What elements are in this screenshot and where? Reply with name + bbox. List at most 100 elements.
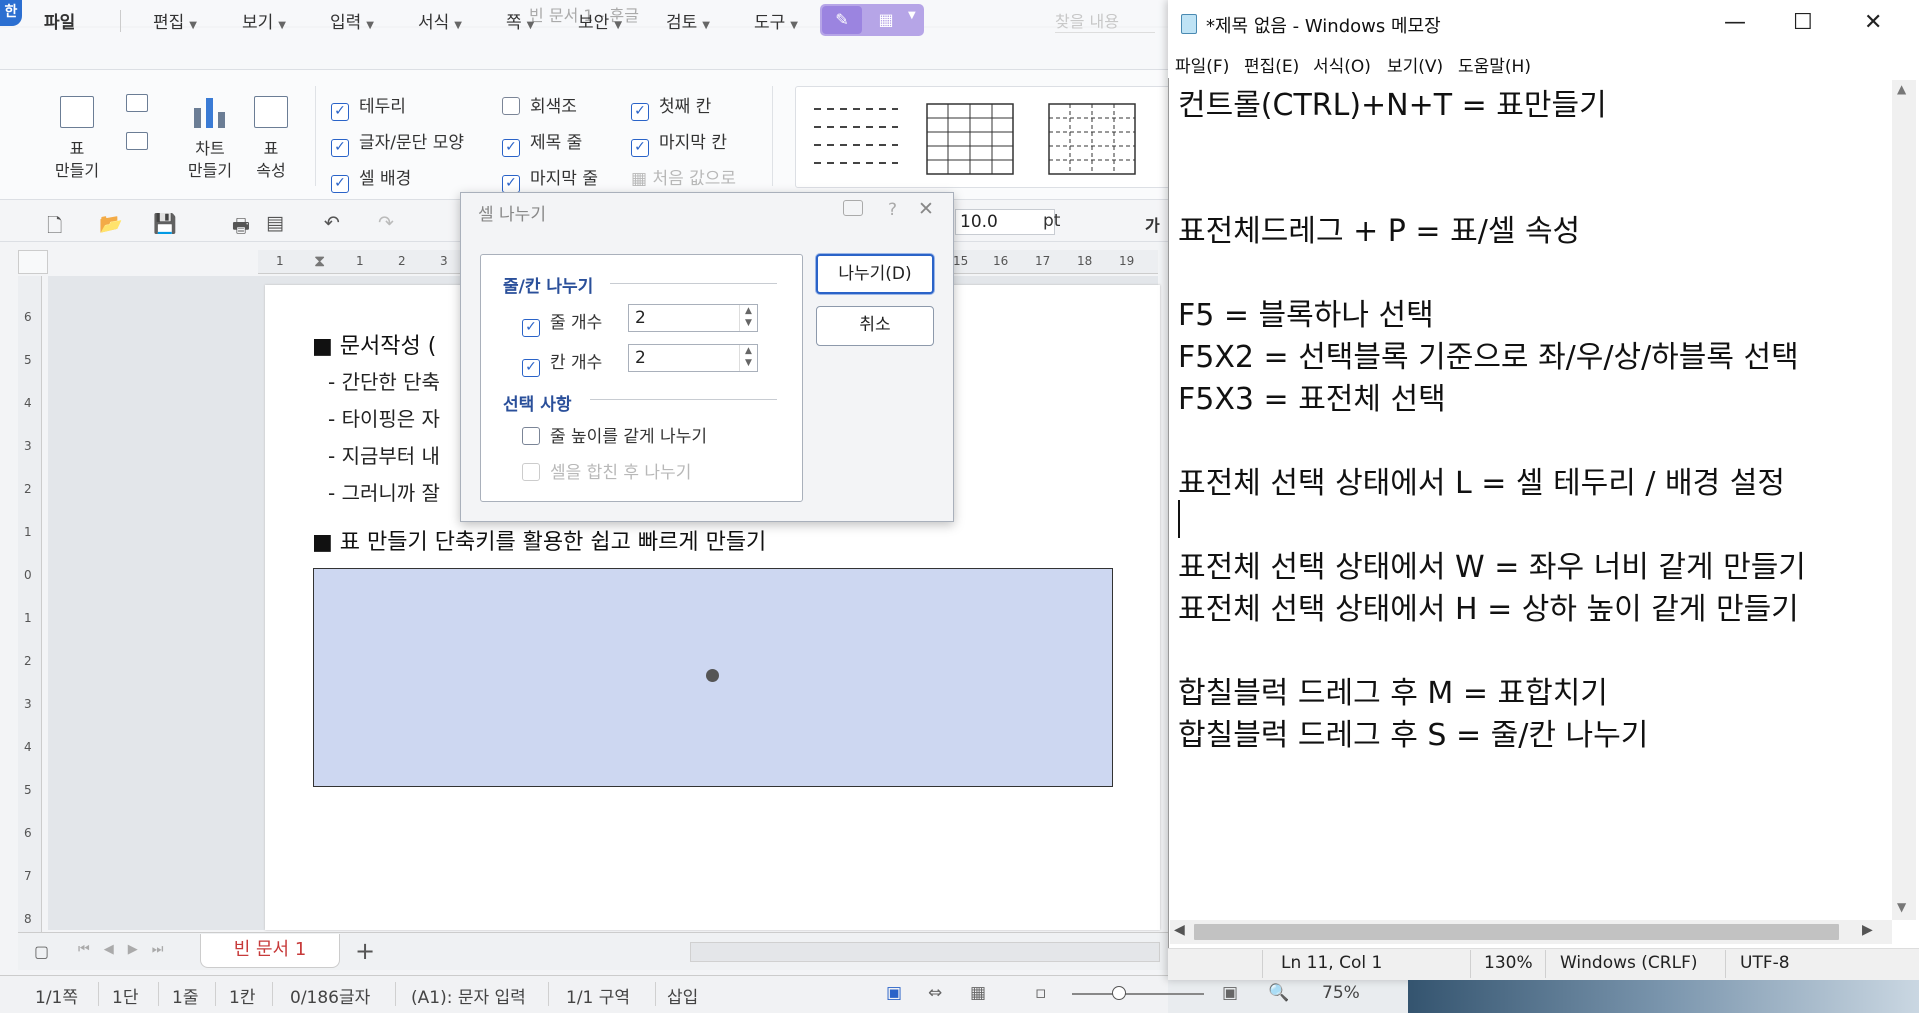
first-col-checkbox[interactable]: ✓ 첫째 칸 bbox=[631, 92, 711, 121]
notepad-menu-format[interactable]: 서식(O) bbox=[1313, 52, 1371, 77]
minimize-icon[interactable]: — bbox=[1724, 10, 1746, 35]
cols-stepper[interactable]: 2 ▲ ▼ bbox=[628, 344, 758, 372]
table-grid-icon[interactable] bbox=[60, 96, 94, 128]
find-input[interactable]: 찾을 내용 bbox=[1055, 8, 1155, 33]
menu-insert[interactable]: 입력 ▼ bbox=[330, 8, 374, 33]
document-tab[interactable]: 빈 문서 1 bbox=[200, 934, 340, 968]
reset-style-button[interactable]: ▦ 처음 값으로 bbox=[631, 164, 736, 189]
ruler-corner[interactable] bbox=[18, 250, 48, 274]
chevron-down-icon: ▼ bbox=[454, 20, 462, 31]
scroll-left-icon[interactable]: ◀ bbox=[1174, 922, 1185, 938]
menu-edit[interactable]: 편집 ▼ bbox=[153, 8, 197, 33]
zoom-slider[interactable] bbox=[1072, 993, 1204, 995]
table-make-button[interactable]: 표 만들기 bbox=[40, 138, 114, 182]
merge-then-split-checkbox[interactable]: 셀을 합친 후 나누기 bbox=[522, 458, 691, 483]
new-document-icon[interactable]: 🗋 bbox=[47, 212, 62, 244]
open-folder-icon[interactable]: 📂 bbox=[99, 212, 123, 235]
note-line: 표전체 선택 상태에서 H = 상하 높이 같게 만들기 bbox=[1178, 592, 1799, 627]
group-divider bbox=[590, 399, 777, 400]
close-icon[interactable]: ✕ bbox=[1864, 10, 1882, 35]
fit-width-icon[interactable]: ⇔ bbox=[928, 983, 942, 1003]
table-erase-icon[interactable] bbox=[126, 132, 148, 150]
status-column[interactable]: 1단 bbox=[112, 983, 138, 1008]
notepad-menu-view[interactable]: 보기(V) bbox=[1387, 52, 1443, 77]
status-insert-mode[interactable]: 삽입 bbox=[667, 983, 698, 1008]
spin-arrows-icon[interactable]: ▲ ▼ bbox=[739, 305, 757, 331]
zoom-slider-handle[interactable] bbox=[1112, 986, 1126, 1000]
font-size-input[interactable]: 10.0 bbox=[955, 209, 1055, 235]
redo-icon[interactable]: ↷ bbox=[378, 212, 394, 234]
help-icon[interactable]: ? bbox=[888, 200, 897, 220]
notepad-menu-edit[interactable]: 편집(E) bbox=[1244, 52, 1299, 77]
normal-view-icon[interactable]: ▣ bbox=[886, 983, 902, 1003]
notepad-menu-help[interactable]: 도움말(H) bbox=[1458, 52, 1531, 77]
font-size-unit[interactable]: pt bbox=[1043, 211, 1060, 231]
menu-tools[interactable]: 도구 ▼ bbox=[754, 8, 798, 33]
scrollbar-thumb[interactable] bbox=[1194, 924, 1839, 940]
split-button[interactable]: 나누기(D) bbox=[816, 254, 934, 294]
scroll-right-icon[interactable]: ▶ bbox=[1862, 922, 1873, 938]
zoom-magnifier-icon[interactable]: 🔍 bbox=[1268, 983, 1289, 1003]
rows-stepper[interactable]: 2 ▲ ▼ bbox=[628, 304, 758, 332]
zoom-level[interactable]: 75% bbox=[1322, 983, 1360, 1003]
cell-bg-checkbox[interactable]: ✓ 셀 배경 bbox=[331, 164, 411, 193]
menu-security[interactable]: 보안 ▼ bbox=[578, 8, 622, 33]
maximize-icon[interactable]: ☐ bbox=[1793, 10, 1813, 35]
table-design-tab-icon[interactable]: ✎ bbox=[822, 6, 862, 34]
zoom-out-icon[interactable]: ▫ bbox=[1035, 983, 1047, 1003]
bar-chart-icon[interactable] bbox=[192, 96, 228, 128]
status-cell[interactable]: (A1): 문자 입력 bbox=[411, 983, 526, 1008]
vertical-scrollbar[interactable] bbox=[1892, 80, 1916, 920]
scroll-up-icon[interactable]: ▲ bbox=[1897, 82, 1906, 96]
menu-view[interactable]: 보기 ▼ bbox=[242, 8, 286, 33]
spin-arrows-icon[interactable]: ▲ ▼ bbox=[739, 345, 757, 371]
status-line[interactable]: 1줄 bbox=[172, 983, 198, 1008]
table-properties-button[interactable]: 표 속성 bbox=[246, 138, 296, 182]
menu-file[interactable]: 파일 bbox=[44, 8, 75, 33]
status-section[interactable]: 1/1 구역 bbox=[566, 983, 630, 1008]
table-style-dashed[interactable] bbox=[812, 103, 900, 175]
close-icon[interactable]: ✕ bbox=[918, 198, 934, 220]
menu-format[interactable]: 서식 ▼ bbox=[418, 8, 462, 33]
undo-icon[interactable]: ↶ bbox=[324, 212, 340, 234]
cols-checkbox[interactable]: ✓ 칸 개수 bbox=[522, 348, 602, 377]
full-page-icon[interactable]: ▦ bbox=[970, 983, 986, 1003]
border-checkbox[interactable]: ✓ 테두리 bbox=[331, 92, 406, 121]
vertical-ruler[interactable]: 6 5 4 3 2 1 0 1 2 3 4 5 6 7 8 bbox=[18, 276, 42, 936]
table-draw-icon[interactable] bbox=[126, 94, 148, 112]
page-nav-icons[interactable]: ⏮◀▶⏭ bbox=[78, 942, 177, 957]
rows-checkbox[interactable]: ✓ 줄 개수 bbox=[522, 308, 602, 337]
last-row-checkbox[interactable]: ✓ 마지막 줄 bbox=[502, 164, 598, 193]
indent-marker-icon[interactable]: ⧗ bbox=[314, 251, 325, 271]
menu-page[interactable]: 쪽 ▼ bbox=[506, 8, 534, 33]
last-col-checkbox[interactable]: ✓ 마지막 칸 bbox=[631, 128, 727, 157]
status-page[interactable]: 1/1쪽 bbox=[35, 983, 78, 1008]
equal-height-checkbox[interactable]: 줄 높이를 같게 나누기 bbox=[522, 422, 707, 447]
zoom-in-icon[interactable]: ▣ bbox=[1222, 983, 1238, 1003]
table-style-grid-dashed[interactable] bbox=[1048, 103, 1136, 175]
add-tab-icon[interactable]: + bbox=[345, 934, 385, 968]
grayscale-checkbox[interactable]: 회색조 bbox=[502, 92, 577, 117]
table-layout-tab-icon[interactable]: ▦ bbox=[866, 6, 906, 34]
preview-icon[interactable]: ▤ bbox=[266, 212, 284, 234]
table-style-grid[interactable] bbox=[926, 103, 1014, 175]
status-chars[interactable]: 0/186글자 bbox=[290, 983, 370, 1008]
group-title-split: 줄/칸 나누기 bbox=[503, 277, 594, 297]
menu-review[interactable]: 검토 ▼ bbox=[666, 8, 710, 33]
page-view-icon[interactable]: ▢ bbox=[34, 942, 49, 961]
table-properties-icon[interactable] bbox=[254, 96, 288, 128]
char-para-checkbox[interactable]: ✓ 글자/문단 모양 bbox=[331, 128, 464, 157]
scroll-down-icon[interactable]: ▼ bbox=[1897, 900, 1906, 914]
notepad-menu-file[interactable]: 파일(F) bbox=[1175, 52, 1229, 77]
check-icon: ✓ bbox=[331, 103, 349, 121]
header-row-checkbox[interactable]: ✓ 제목 줄 bbox=[502, 128, 582, 157]
chevron-down-icon[interactable]: ▼ bbox=[908, 10, 916, 21]
save-icon[interactable]: 💾 bbox=[153, 212, 177, 235]
print-icon[interactable]: 🖶 bbox=[232, 212, 250, 244]
horizontal-scrollbar[interactable] bbox=[690, 942, 1160, 962]
comment-icon[interactable] bbox=[843, 200, 863, 216]
cancel-button[interactable]: 취소 bbox=[816, 306, 934, 346]
status-col[interactable]: 1칸 bbox=[229, 983, 255, 1008]
font-style-icon[interactable]: 가 bbox=[1145, 212, 1160, 236]
chart-make-button[interactable]: 차트 만들기 bbox=[178, 138, 242, 182]
